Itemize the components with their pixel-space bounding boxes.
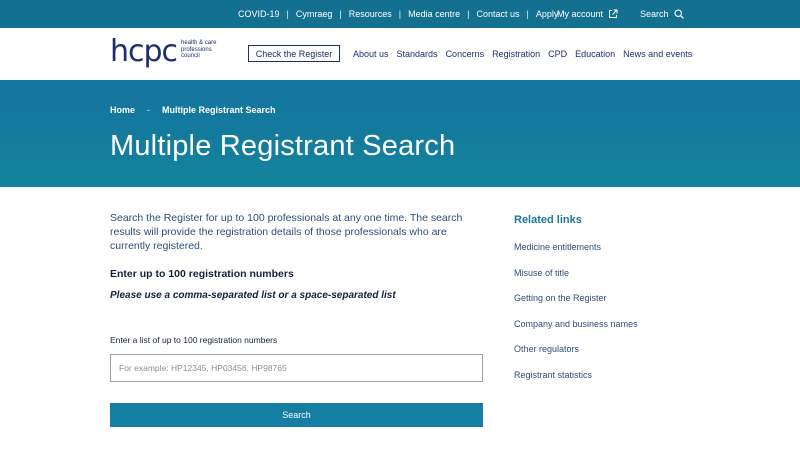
- separator: |: [339, 9, 342, 19]
- site-header: hcpc health & care professions council C…: [0, 28, 800, 80]
- related-links-list: Medicine entitlements Misuse of title Ge…: [514, 242, 638, 396]
- breadcrumb-home[interactable]: Home: [110, 105, 135, 115]
- breadcrumb-current: Multiple Registrant Search: [162, 105, 276, 115]
- nav-standards[interactable]: Standards: [397, 49, 438, 59]
- related-link-company-business-names[interactable]: Company and business names: [514, 319, 638, 345]
- hcpc-logo[interactable]: hcpc health & care professions council: [110, 37, 216, 67]
- related-link-registrant-statistics[interactable]: Registrant statistics: [514, 370, 638, 396]
- separator: |: [286, 9, 289, 19]
- logo-subtitle-line: health & care: [181, 40, 217, 47]
- intro-text: Search the Register for up to 100 profes…: [110, 212, 463, 252]
- logo-subtitle-line: council: [181, 53, 200, 60]
- utility-link-resources[interactable]: Resources: [349, 9, 392, 19]
- utility-link-contact-us[interactable]: Contact us: [476, 9, 519, 19]
- search-icon: [673, 9, 684, 19]
- my-account-link[interactable]: My account: [557, 0, 618, 28]
- utility-links: COVID-19 | Cymraeg | Resources | Media c…: [238, 0, 558, 28]
- main-nav: About us Standards Concerns Registration…: [353, 45, 692, 62]
- registration-numbers-label: Enter a list of up to 100 registration n…: [110, 335, 278, 345]
- search-label: Search: [640, 9, 669, 19]
- nav-concerns[interactable]: Concerns: [446, 49, 485, 59]
- utility-link-apply[interactable]: Apply: [536, 9, 559, 19]
- search-toggle-button[interactable]: Search: [640, 0, 684, 28]
- utility-bar: COVID-19 | Cymraeg | Resources | Media c…: [0, 0, 800, 28]
- search-button[interactable]: Search: [110, 403, 483, 427]
- separator: |: [526, 9, 529, 19]
- page-hero: Home - Multiple Registrant Search Multip…: [0, 80, 800, 187]
- breadcrumb: Home - Multiple Registrant Search: [110, 105, 276, 115]
- related-link-medicine-entitlements[interactable]: Medicine entitlements: [514, 242, 638, 268]
- utility-link-covid[interactable]: COVID-19: [238, 9, 280, 19]
- related-link-other-regulators[interactable]: Other regulators: [514, 344, 638, 370]
- related-link-misuse-of-title[interactable]: Misuse of title: [514, 268, 638, 294]
- registration-numbers-input[interactable]: [110, 354, 483, 382]
- section-heading: Enter up to 100 registration numbers: [110, 268, 294, 280]
- logo-subtitle: health & care professions council: [181, 40, 216, 60]
- nav-about-us[interactable]: About us: [353, 49, 389, 59]
- external-link-icon: [609, 9, 618, 18]
- nav-cpd[interactable]: CPD: [548, 49, 567, 59]
- format-hint: Please use a comma-separated list or a s…: [110, 290, 396, 301]
- utility-link-media-centre[interactable]: Media centre: [408, 9, 460, 19]
- breadcrumb-separator: -: [147, 105, 151, 115]
- nav-education[interactable]: Education: [575, 49, 615, 59]
- separator: |: [398, 9, 402, 19]
- separator: |: [467, 9, 470, 19]
- my-account-label: My account: [557, 9, 604, 19]
- nav-news-and-events[interactable]: News and events: [623, 49, 692, 59]
- related-links-title: Related links: [514, 214, 582, 226]
- page-title: Multiple Registrant Search: [110, 130, 456, 162]
- related-link-getting-on-register[interactable]: Getting on the Register: [514, 293, 638, 319]
- nav-registration[interactable]: Registration: [492, 49, 540, 59]
- logo-wordmark: hcpc: [110, 34, 178, 69]
- utility-link-cymraeg[interactable]: Cymraeg: [296, 9, 333, 19]
- logo-subtitle-line: professions: [181, 46, 212, 53]
- check-the-register-button[interactable]: Check the Register: [248, 45, 340, 62]
